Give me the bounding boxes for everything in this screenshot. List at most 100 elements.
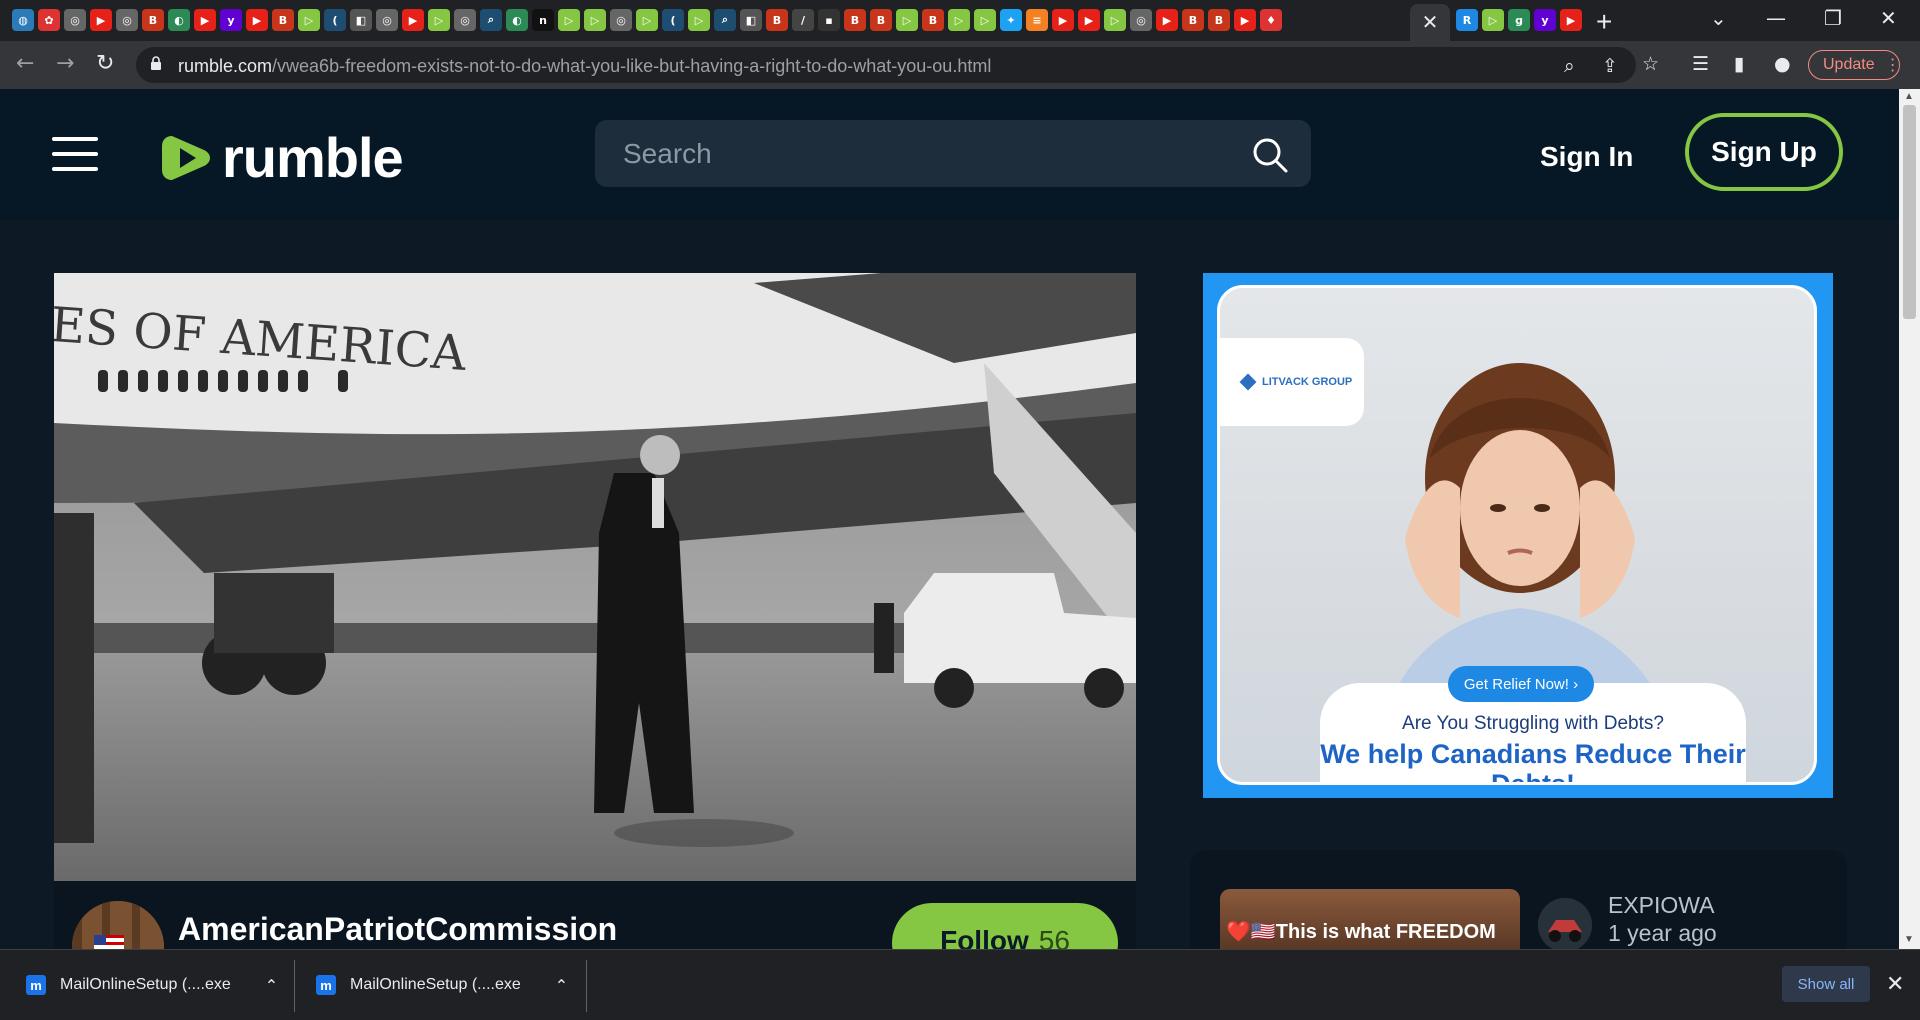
close-download-bar-icon[interactable]: ✕ (1886, 972, 1904, 997)
twitter-icon[interactable]: ✦ (1000, 9, 1022, 31)
profile-icon[interactable]: ● (1774, 53, 1791, 75)
rumble-icon[interactable]: ▷ (298, 9, 320, 31)
close-window-icon[interactable]: ✕ (1880, 6, 1897, 30)
download-item[interactable]: m MailOnlineSetup (....exe ⌃ (26, 950, 278, 1020)
related-channel-name[interactable]: EXPIOWA (1608, 892, 1715, 919)
bi-icon[interactable]: B (844, 9, 866, 31)
divider (586, 960, 587, 1012)
show-all-button[interactable]: Show all (1782, 966, 1870, 1002)
tab-favicon-icon[interactable]: ◎ (64, 9, 86, 31)
forward-icon[interactable]: → (56, 51, 74, 76)
menu-dots-icon[interactable]: ⋮ (1885, 55, 1901, 75)
tab-favicon-icon[interactable]: ◐ (506, 9, 528, 31)
tab-favicon-icon[interactable]: ✿ (38, 9, 60, 31)
bi-icon[interactable]: B (766, 9, 788, 31)
share-icon[interactable]: ⇪ (1602, 55, 1618, 77)
sign-in-button[interactable]: Sign In (1540, 141, 1633, 173)
youtube-icon[interactable]: ▶ (90, 9, 112, 31)
tab-favicon-icon[interactable]: n (532, 9, 554, 31)
tab-favicon-icon[interactable]: ◎ (116, 9, 138, 31)
yahoo-icon[interactable]: y (1534, 9, 1556, 31)
rumble-icon[interactable]: ▷ (688, 9, 710, 31)
tab-favicon-icon[interactable]: ◎ (1130, 9, 1152, 31)
url-text[interactable]: rumble.com/vwea6b-freedom-exists-not-to-… (178, 56, 991, 77)
tab-favicon-icon[interactable]: ◐ (168, 9, 190, 31)
tab-list: ◍ ✿ ◎ ▶ ◎ B ◐ ▶ y ▶ B ▷ ( ◧ ◎ ▶ ▷ ◎ ⌕ ◐ … (12, 9, 1282, 31)
bi-icon[interactable]: B (272, 9, 294, 31)
search-box[interactable] (595, 120, 1311, 187)
youtube-icon[interactable]: ▶ (194, 9, 216, 31)
tab-favicon-icon[interactable]: ( (324, 9, 346, 31)
rumble-logo[interactable]: rumble (160, 125, 404, 190)
youtube-icon[interactable]: ▶ (246, 9, 268, 31)
tab-favicon-icon[interactable]: ◎ (610, 9, 632, 31)
ad-cta-button[interactable]: Get Relief Now! › (1448, 666, 1594, 702)
rumble-icon[interactable]: ▷ (948, 9, 970, 31)
related-channel-avatar[interactable] (1538, 898, 1592, 952)
tab-search-icon[interactable]: ⌄ (1710, 6, 1727, 30)
advertisement[interactable]: LITVACK GROUP Are You Struggling with De… (1203, 273, 1833, 798)
reading-list-icon[interactable]: ☰ (1692, 53, 1709, 75)
reload-icon[interactable]: ↻ (96, 51, 114, 76)
search-icon[interactable]: ⌕ (714, 9, 736, 31)
tab-favicon-icon[interactable]: ≡ (1026, 9, 1048, 31)
youtube-icon[interactable]: ▶ (1156, 9, 1178, 31)
chevron-up-icon[interactable]: ⌃ (555, 976, 568, 995)
youtube-icon[interactable]: ▶ (1078, 9, 1100, 31)
scroll-down-icon[interactable]: ▼ (1904, 934, 1914, 945)
rumble-icon[interactable]: ▷ (1482, 9, 1504, 31)
youtube-icon[interactable]: ▶ (402, 9, 424, 31)
rumble-icon[interactable]: ▷ (558, 9, 580, 31)
related-video-card[interactable]: ❤️🇺🇸This is what FREEDOM EXPIOWA 1 year … (1190, 850, 1847, 969)
tab-favicon-icon[interactable]: ◧ (350, 9, 372, 31)
hamburger-menu-icon[interactable] (52, 137, 98, 182)
back-icon[interactable]: ← (16, 51, 34, 76)
bi-icon[interactable]: B (142, 9, 164, 31)
youtube-icon[interactable]: ▶ (1052, 9, 1074, 31)
tab-favicon-icon[interactable]: ◎ (454, 9, 476, 31)
search-input[interactable] (621, 134, 1225, 174)
tab-favicon-icon[interactable]: ◍ (12, 9, 34, 31)
sign-up-button[interactable]: Sign Up (1685, 113, 1843, 191)
search-icon[interactable] (1251, 136, 1289, 174)
chevron-up-icon[interactable]: ⌃ (265, 976, 278, 995)
bi-icon[interactable]: B (1182, 9, 1204, 31)
zoom-icon[interactable]: ⌕ (1564, 55, 1575, 77)
rumble-icon[interactable]: ▷ (974, 9, 996, 31)
scroll-up-icon[interactable]: ▲ (1904, 91, 1914, 102)
side-panel-icon[interactable]: ▮ (1734, 53, 1744, 75)
tab-favicon-icon[interactable]: ♦ (1260, 9, 1282, 31)
rumble-icon[interactable]: ▷ (1104, 9, 1126, 31)
new-tab-button[interactable]: + (1596, 6, 1612, 38)
close-tab-icon[interactable]: ✕ (1422, 10, 1439, 35)
rumble-icon[interactable]: ▷ (896, 9, 918, 31)
rumble-icon[interactable]: ▷ (636, 9, 658, 31)
search-icon[interactable]: ⌕ (480, 9, 502, 31)
tab-favicon-icon[interactable]: ▪ (818, 9, 840, 31)
youtube-icon[interactable]: ▶ (1560, 9, 1582, 31)
channel-name[interactable]: AmericanPatriotCommission (178, 911, 617, 948)
video-player[interactable]: ES OF AMERICA (54, 273, 1136, 881)
active-tab[interactable]: ✕ (1410, 4, 1450, 41)
download-item[interactable]: m MailOnlineSetup (....exe ⌃ (316, 950, 568, 1020)
minimize-icon[interactable]: — (1766, 6, 1786, 30)
rumble-icon[interactable]: ▷ (584, 9, 606, 31)
bi-icon[interactable]: B (922, 9, 944, 31)
bookmark-star-icon[interactable]: ☆ (1642, 53, 1659, 75)
restore-icon[interactable]: ❐ (1824, 6, 1842, 30)
address-bar[interactable]: rumble.com/vwea6b-freedom-exists-not-to-… (136, 47, 1636, 83)
bi-icon[interactable]: B (870, 9, 892, 31)
tab-favicon-icon[interactable]: ◧ (740, 9, 762, 31)
update-button[interactable]: Update ⋮ (1808, 50, 1901, 80)
tab-favicon-icon[interactable]: ( (662, 9, 684, 31)
bi-icon[interactable]: B (1208, 9, 1230, 31)
yahoo-icon[interactable]: y (220, 9, 242, 31)
tab-favicon-icon[interactable]: R (1456, 9, 1478, 31)
tab-favicon-icon[interactable]: g (1508, 9, 1530, 31)
tab-favicon-icon[interactable]: / (792, 9, 814, 31)
tab-favicon-icon[interactable]: ◎ (376, 9, 398, 31)
page-scrollbar[interactable]: ▲ ▼ (1899, 89, 1920, 949)
youtube-icon[interactable]: ▶ (1234, 9, 1256, 31)
scroll-thumb[interactable] (1903, 105, 1916, 319)
rumble-icon[interactable]: ▷ (428, 9, 450, 31)
